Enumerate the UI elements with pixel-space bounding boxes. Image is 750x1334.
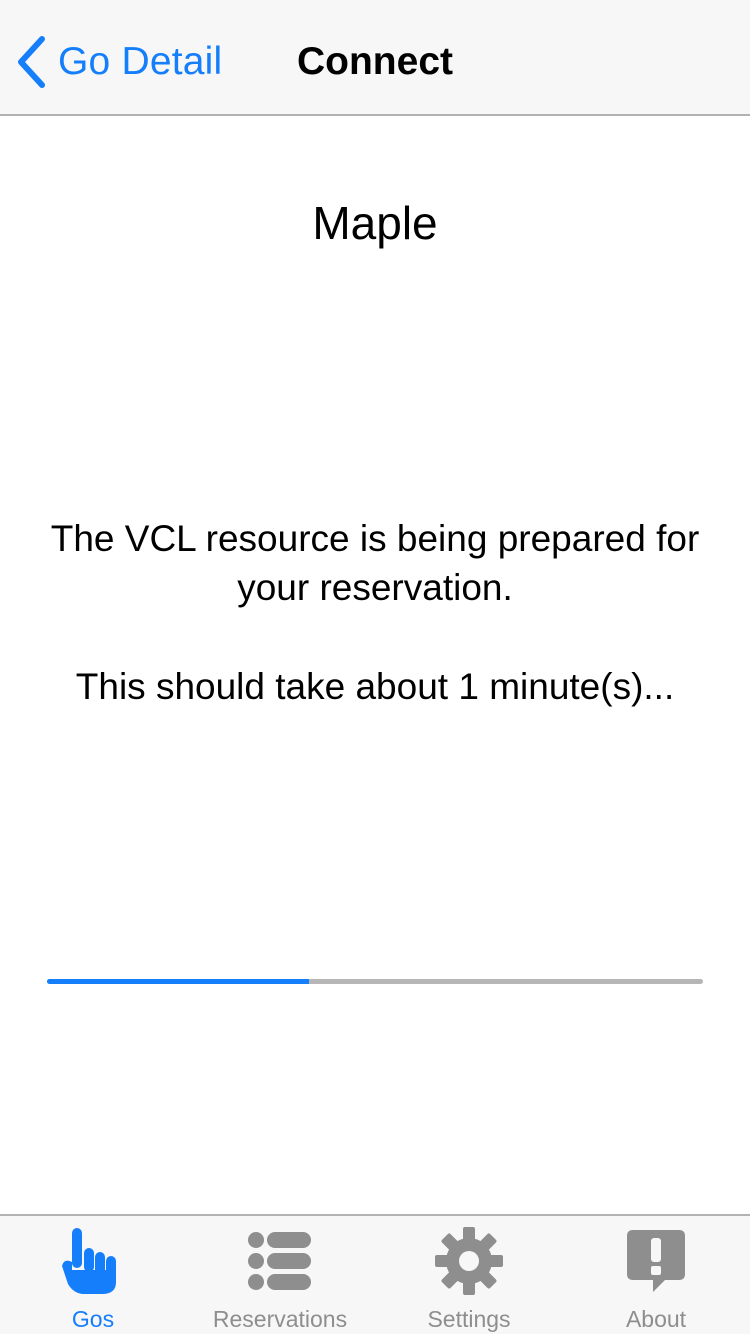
- back-button-label: Go Detail: [58, 40, 223, 83]
- list-icon: [248, 1232, 311, 1290]
- tab-about-label: About: [625, 1306, 687, 1332]
- navigation-bar: Go Detail Connect: [0, 0, 750, 116]
- eta-message: This should take about 1 minute(s)...: [75, 666, 675, 707]
- tab-gos-label: Gos: [71, 1306, 115, 1332]
- back-button[interactable]: Go Detail: [14, 30, 222, 94]
- tab-reservations-label: Reservations: [212, 1306, 348, 1332]
- progress-bar: [47, 979, 703, 984]
- tab-bar: Gos Reservations Settings About: [0, 1214, 750, 1334]
- page-title: Connect: [297, 40, 453, 83]
- pointing-hand-icon: [62, 1228, 116, 1294]
- resource-name: Maple: [312, 197, 438, 249]
- status-message: The VCL resource is being prepared for y…: [50, 518, 700, 608]
- connect-screen: Go Detail Connect Maple The VCL resource…: [0, 0, 750, 1334]
- tab-gos[interactable]: Gos: [40, 1216, 146, 1334]
- tab-about[interactable]: About: [606, 1216, 706, 1334]
- tab-settings-label: Settings: [427, 1306, 511, 1332]
- tab-reservations[interactable]: Reservations: [200, 1216, 360, 1334]
- gear-icon: [435, 1227, 503, 1295]
- chevron-left-icon: [18, 36, 45, 88]
- progress-bar-fill: [47, 979, 310, 984]
- tab-settings[interactable]: Settings: [414, 1216, 524, 1334]
- speech-bubble-exclamation-icon: [627, 1230, 685, 1292]
